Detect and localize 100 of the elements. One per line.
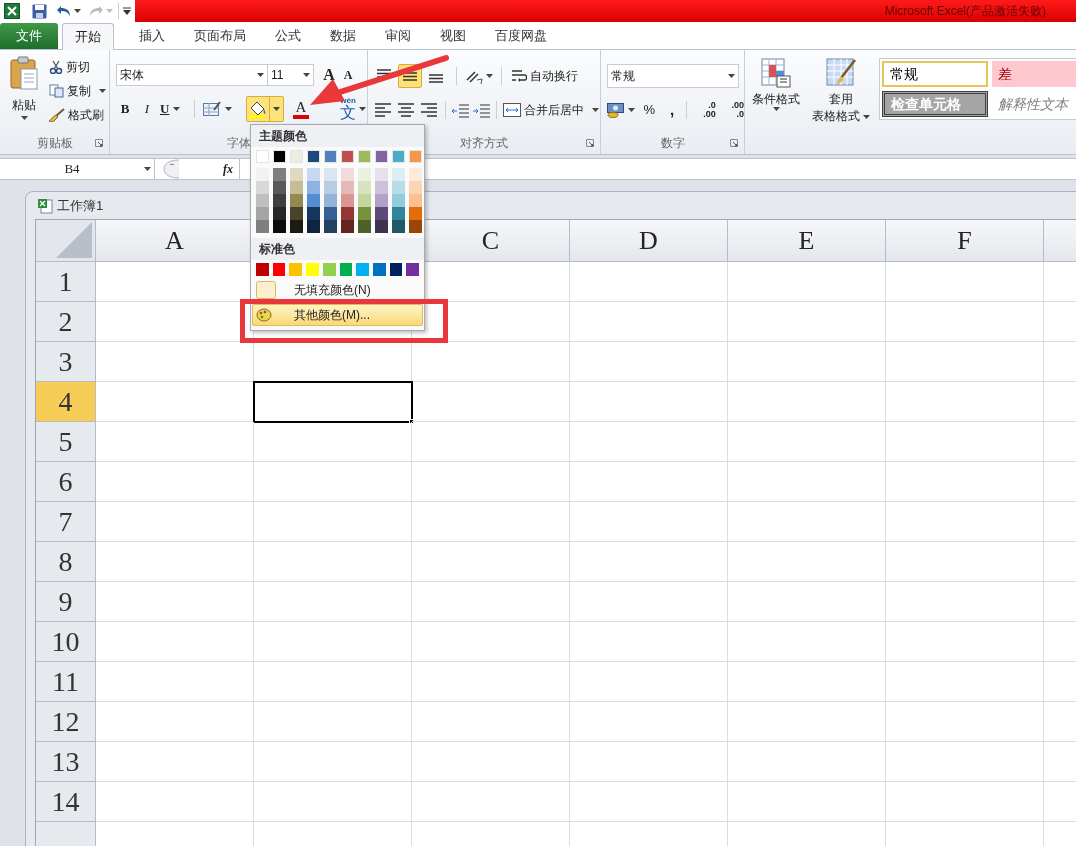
grid-cell[interactable] <box>570 702 728 742</box>
grid-cell[interactable] <box>728 622 886 662</box>
table-format-button[interactable]: 套用 表格格式 <box>811 58 871 132</box>
color-swatch[interactable] <box>409 150 422 163</box>
grid-cell[interactable] <box>254 662 412 702</box>
caret-icon[interactable] <box>628 108 635 112</box>
color-swatch[interactable] <box>409 181 422 194</box>
grid-cell[interactable] <box>886 302 1044 342</box>
color-swatch[interactable] <box>372 263 386 276</box>
color-swatch[interactable] <box>307 207 320 220</box>
font-name-field[interactable]: 宋体 <box>116 64 268 86</box>
grid-cell[interactable] <box>254 462 412 502</box>
increase-decimal-button[interactable]: .0 .00 <box>693 101 716 119</box>
grid-cell[interactable] <box>412 342 570 382</box>
number-format-field[interactable]: 常规 <box>607 64 739 88</box>
caret-icon[interactable] <box>728 74 735 78</box>
column-header[interactable]: D <box>570 220 728 262</box>
grid-cell[interactable] <box>886 662 1044 702</box>
color-swatch[interactable] <box>272 263 286 276</box>
caret-icon[interactable] <box>74 9 81 13</box>
caret-icon[interactable] <box>863 114 870 119</box>
color-swatch[interactable] <box>256 220 269 233</box>
grid-cell[interactable] <box>570 542 728 582</box>
row-header[interactable]: 3 <box>36 342 96 382</box>
color-swatch[interactable] <box>409 194 422 207</box>
color-swatch[interactable] <box>392 181 405 194</box>
fill-color-button[interactable] <box>246 96 284 122</box>
comma-button[interactable]: , <box>663 98 681 122</box>
row-header[interactable]: 6 <box>36 462 96 502</box>
grid-cell[interactable] <box>254 502 412 542</box>
grid-cell[interactable] <box>254 582 412 622</box>
ribbon-tab[interactable]: 插入 <box>126 23 178 49</box>
color-swatch[interactable] <box>290 220 303 233</box>
color-swatch[interactable] <box>341 150 354 163</box>
color-swatch[interactable] <box>341 207 354 220</box>
grid-cell[interactable] <box>412 382 570 422</box>
grid-cell[interactable] <box>570 262 728 302</box>
color-swatch[interactable] <box>356 263 369 276</box>
caret-icon[interactable] <box>144 167 151 171</box>
color-swatch[interactable] <box>339 263 353 276</box>
caret-icon[interactable] <box>273 107 280 111</box>
color-swatch[interactable] <box>256 194 269 207</box>
color-swatch[interactable] <box>324 150 337 163</box>
grid-cell[interactable] <box>96 582 254 622</box>
dialog-launcher-icon[interactable] <box>586 139 594 147</box>
grid-cell[interactable] <box>886 422 1044 462</box>
ribbon-tab[interactable]: 页面布局 <box>181 23 259 49</box>
grid-cell[interactable] <box>254 422 412 462</box>
grid-cell[interactable] <box>96 622 254 662</box>
caret-icon[interactable] <box>303 73 310 77</box>
menu-item[interactable]: 无填充颜色(N) <box>252 279 423 301</box>
grid-cell[interactable] <box>728 662 886 702</box>
ribbon-tab[interactable]: 数据 <box>317 23 369 49</box>
grid-cell[interactable] <box>886 502 1044 542</box>
save-icon[interactable] <box>32 3 47 19</box>
grid-cell[interactable] <box>570 302 728 342</box>
underline-button[interactable]: U <box>160 99 186 119</box>
customize-toolbar-icon[interactable] <box>123 7 131 15</box>
color-swatch[interactable] <box>273 220 286 233</box>
grid-cell[interactable] <box>886 462 1044 502</box>
color-swatch[interactable] <box>256 263 269 276</box>
color-swatch[interactable] <box>307 150 320 163</box>
row-header[interactable]: 5 <box>36 422 96 462</box>
color-swatch[interactable] <box>324 168 337 181</box>
color-swatch[interactable] <box>273 168 286 181</box>
color-swatch[interactable] <box>273 150 286 163</box>
grid-cell[interactable] <box>886 742 1044 782</box>
color-swatch[interactable] <box>392 150 405 163</box>
currency-button[interactable] <box>607 102 635 118</box>
color-swatch[interactable] <box>273 194 286 207</box>
grid-cell[interactable] <box>570 782 728 822</box>
color-swatch[interactable] <box>307 181 320 194</box>
row-header[interactable]: 2 <box>36 302 96 342</box>
grid-cell[interactable] <box>412 422 570 462</box>
color-swatch[interactable] <box>290 168 303 181</box>
grid-cell[interactable] <box>96 662 254 702</box>
grid-cell[interactable] <box>570 742 728 782</box>
bold-button[interactable]: B <box>116 99 134 119</box>
insert-function-button[interactable]: fx <box>223 160 239 178</box>
caret-icon[interactable] <box>99 89 106 93</box>
color-swatch[interactable] <box>375 194 388 207</box>
color-swatch[interactable] <box>375 150 388 163</box>
name-box[interactable]: B4 <box>0 159 155 179</box>
color-swatch[interactable] <box>324 181 337 194</box>
color-swatch[interactable] <box>324 194 337 207</box>
grid-cell[interactable] <box>728 262 886 302</box>
percent-button[interactable]: % <box>641 100 658 120</box>
grid-cell[interactable] <box>886 582 1044 622</box>
border-button[interactable] <box>203 101 232 117</box>
grid-cell[interactable] <box>728 302 886 342</box>
color-swatch[interactable] <box>306 263 319 276</box>
undo-icon[interactable] <box>57 5 71 17</box>
grid-cell[interactable] <box>728 422 886 462</box>
grid-cell[interactable] <box>728 382 886 422</box>
grid-cell[interactable] <box>254 622 412 662</box>
grid-cell[interactable] <box>570 662 728 702</box>
color-swatch[interactable] <box>409 220 422 233</box>
format-painter-button[interactable]: 格式刷 <box>48 104 107 126</box>
ribbon-tab[interactable]: 百度网盘 <box>482 23 560 49</box>
cell-style-swatch[interactable]: 差 <box>992 61 1076 87</box>
